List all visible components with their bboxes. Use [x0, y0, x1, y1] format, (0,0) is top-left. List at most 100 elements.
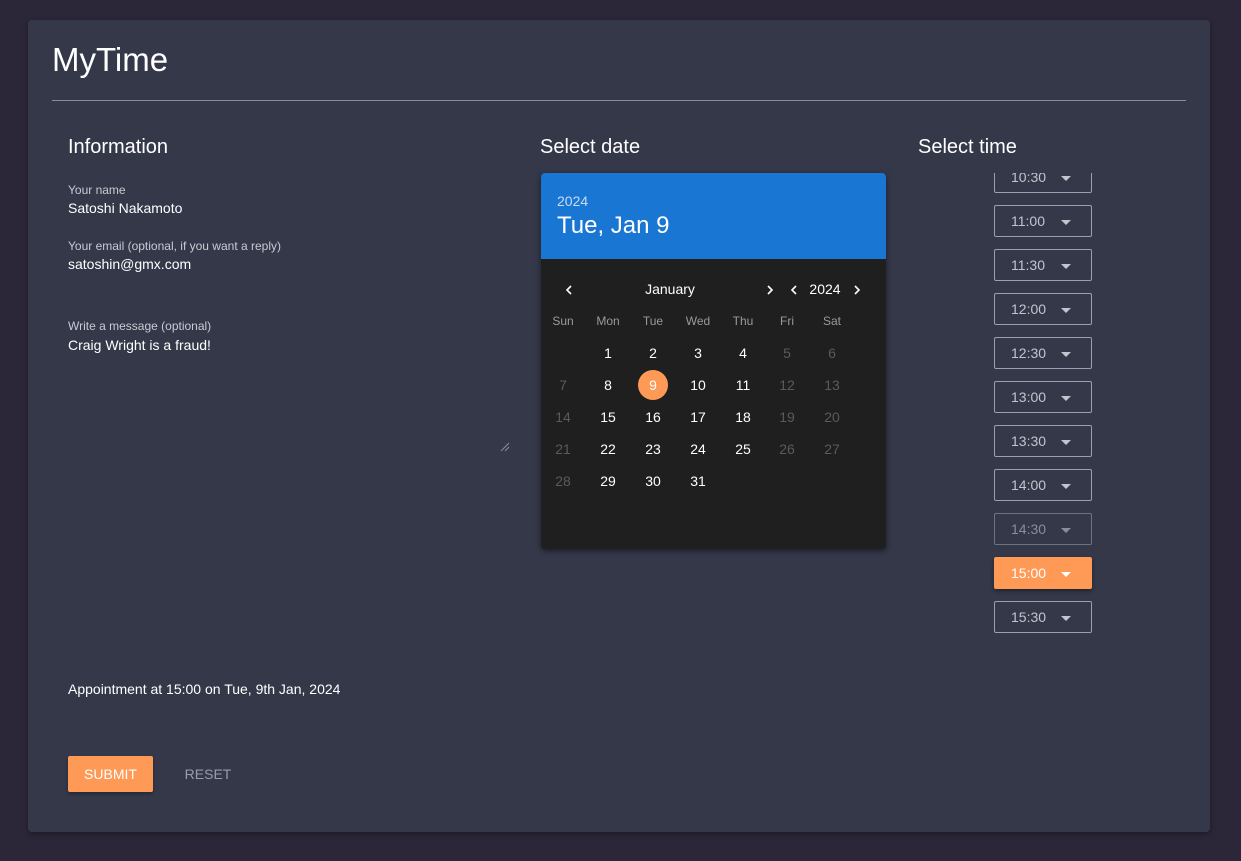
appointment-summary: Appointment at 15:00 on Tue, 9th Jan, 20…	[68, 681, 341, 697]
caret-down-icon	[1061, 396, 1071, 401]
time-slot[interactable]: 12:00	[994, 293, 1092, 325]
header-year[interactable]: 2024	[557, 193, 588, 209]
calendar-day[interactable]: 3	[683, 338, 713, 368]
calendar-day: 26	[779, 441, 795, 457]
time-slot: 14:30	[994, 513, 1092, 545]
calendar-day: 28	[555, 473, 571, 489]
header-divider	[52, 100, 1186, 101]
chevron-right-icon	[854, 285, 861, 295]
calendar-day[interactable]: 30	[638, 466, 668, 496]
caret-down-icon	[1061, 352, 1071, 357]
caret-down-icon	[1061, 572, 1071, 577]
header-selected-date: Tue, Jan 9	[557, 212, 670, 239]
main-card: MyTime Information Your name Your email …	[28, 20, 1210, 832]
year-label: 2024	[809, 281, 841, 297]
time-slot-label: 13:30	[1011, 433, 1047, 449]
date-picker-header: 2024 Tue, Jan 9	[541, 173, 886, 259]
calendar-day[interactable]: 11	[728, 370, 758, 400]
time-slot-list[interactable]: 10:30 11:00 11:30 12:00 12:30 13:00 13:30 14:00…	[990, 173, 1100, 643]
calendar-day[interactable]: 24	[683, 434, 713, 464]
calendar-day-selected[interactable]: 9	[638, 370, 668, 400]
calendar-day: 5	[783, 345, 791, 361]
email-input[interactable]	[68, 256, 468, 272]
time-slot-label: 12:30	[1011, 345, 1047, 361]
month-label: January	[645, 281, 695, 297]
time-slot[interactable]: 10:30	[994, 173, 1092, 193]
calendar-day: 27	[824, 441, 840, 457]
time-slot[interactable]: 13:30	[994, 425, 1092, 457]
calendar-day[interactable]: 16	[638, 402, 668, 432]
calendar-day: 12	[779, 377, 795, 393]
caret-down-icon	[1061, 528, 1071, 533]
calendar-day[interactable]: 17	[683, 402, 713, 432]
time-slot-label: 11:00	[1011, 213, 1045, 229]
calendar-day[interactable]: 8	[593, 370, 623, 400]
weekday-sat: Sat	[822, 314, 841, 328]
chevron-left-icon	[565, 285, 572, 295]
time-slot[interactable]: 11:30	[994, 249, 1092, 281]
weekday-fri: Fri	[780, 314, 794, 328]
prev-year-button[interactable]	[784, 280, 804, 300]
caret-down-icon	[1061, 308, 1071, 313]
calendar-day: 20	[824, 409, 840, 425]
reset-button[interactable]: RESET	[173, 756, 243, 792]
information-heading: Information	[68, 136, 169, 158]
resize-handle-icon[interactable]	[498, 440, 510, 452]
time-slot-label: 15:00	[1011, 565, 1047, 581]
app-title: MyTime	[52, 41, 169, 78]
message-textarea[interactable]: Craig Wright is a fraud!	[68, 336, 508, 454]
calendar-day: 7	[559, 377, 567, 393]
time-slot[interactable]: 14:00	[994, 469, 1092, 501]
calendar-day[interactable]: 23	[638, 434, 668, 464]
weekday-thu: Thu	[732, 314, 754, 328]
calendar-day[interactable]: 15	[593, 402, 623, 432]
name-input[interactable]	[68, 200, 468, 216]
chevron-right-icon	[767, 285, 774, 295]
calendar-day[interactable]: 22	[593, 434, 623, 464]
calendar-day: 6	[828, 345, 836, 361]
time-slot-selected[interactable]: 15:00	[994, 557, 1092, 589]
chevron-left-icon	[790, 285, 797, 295]
time-slot-label: 14:30	[1011, 521, 1047, 537]
calendar-day: 14	[555, 409, 571, 425]
time-slot-label: 14:00	[1011, 477, 1047, 493]
time-slot-label: 11:30	[1011, 257, 1045, 273]
weekday-tue: Tue	[642, 314, 664, 328]
email-label: Your email (optional, if you want a repl…	[68, 239, 281, 253]
prev-month-button[interactable]	[559, 280, 579, 300]
caret-down-icon	[1061, 440, 1071, 445]
calendar-day[interactable]: 2	[638, 338, 668, 368]
calendar-day[interactable]: 25	[728, 434, 758, 464]
name-label: Your name	[68, 183, 126, 197]
calendar-day: 21	[555, 441, 571, 457]
time-slot-label: 13:00	[1011, 389, 1047, 405]
next-month-button[interactable]	[760, 280, 780, 300]
weekday-mon: Mon	[596, 314, 620, 328]
calendar-day[interactable]: 18	[728, 402, 758, 432]
calendar-day: 13	[824, 377, 840, 393]
message-label: Write a message (optional)	[68, 319, 212, 333]
caret-down-icon	[1061, 484, 1071, 489]
calendar-day: 19	[779, 409, 795, 425]
time-slot[interactable]: 13:00	[994, 381, 1092, 413]
calendar-day[interactable]: 4	[728, 338, 758, 368]
calendar-day[interactable]: 31	[683, 466, 713, 496]
calendar-day[interactable]: 29	[593, 466, 623, 496]
time-slot-label: 12:00	[1011, 301, 1047, 317]
caret-down-icon	[1061, 176, 1071, 181]
time-slot-label: 15:30	[1011, 609, 1047, 625]
caret-down-icon	[1061, 220, 1071, 225]
submit-button[interactable]: SUBMIT	[68, 756, 153, 792]
caret-down-icon	[1061, 616, 1071, 621]
time-slot[interactable]: 11:00	[994, 205, 1092, 237]
caret-down-icon	[1061, 264, 1071, 269]
weekday-sun: Sun	[552, 314, 574, 328]
next-year-button[interactable]	[847, 280, 867, 300]
time-slot-label: 10:30	[1011, 173, 1047, 185]
select-date-heading: Select date	[540, 136, 641, 158]
date-picker: 2024 Tue, Jan 9 January 2024 Sun Mon Tue We…	[541, 173, 886, 549]
calendar-day[interactable]: 10	[683, 370, 713, 400]
time-slot[interactable]: 15:30	[994, 601, 1092, 633]
time-slot[interactable]: 12:30	[994, 337, 1092, 369]
calendar-day[interactable]: 1	[593, 338, 623, 368]
